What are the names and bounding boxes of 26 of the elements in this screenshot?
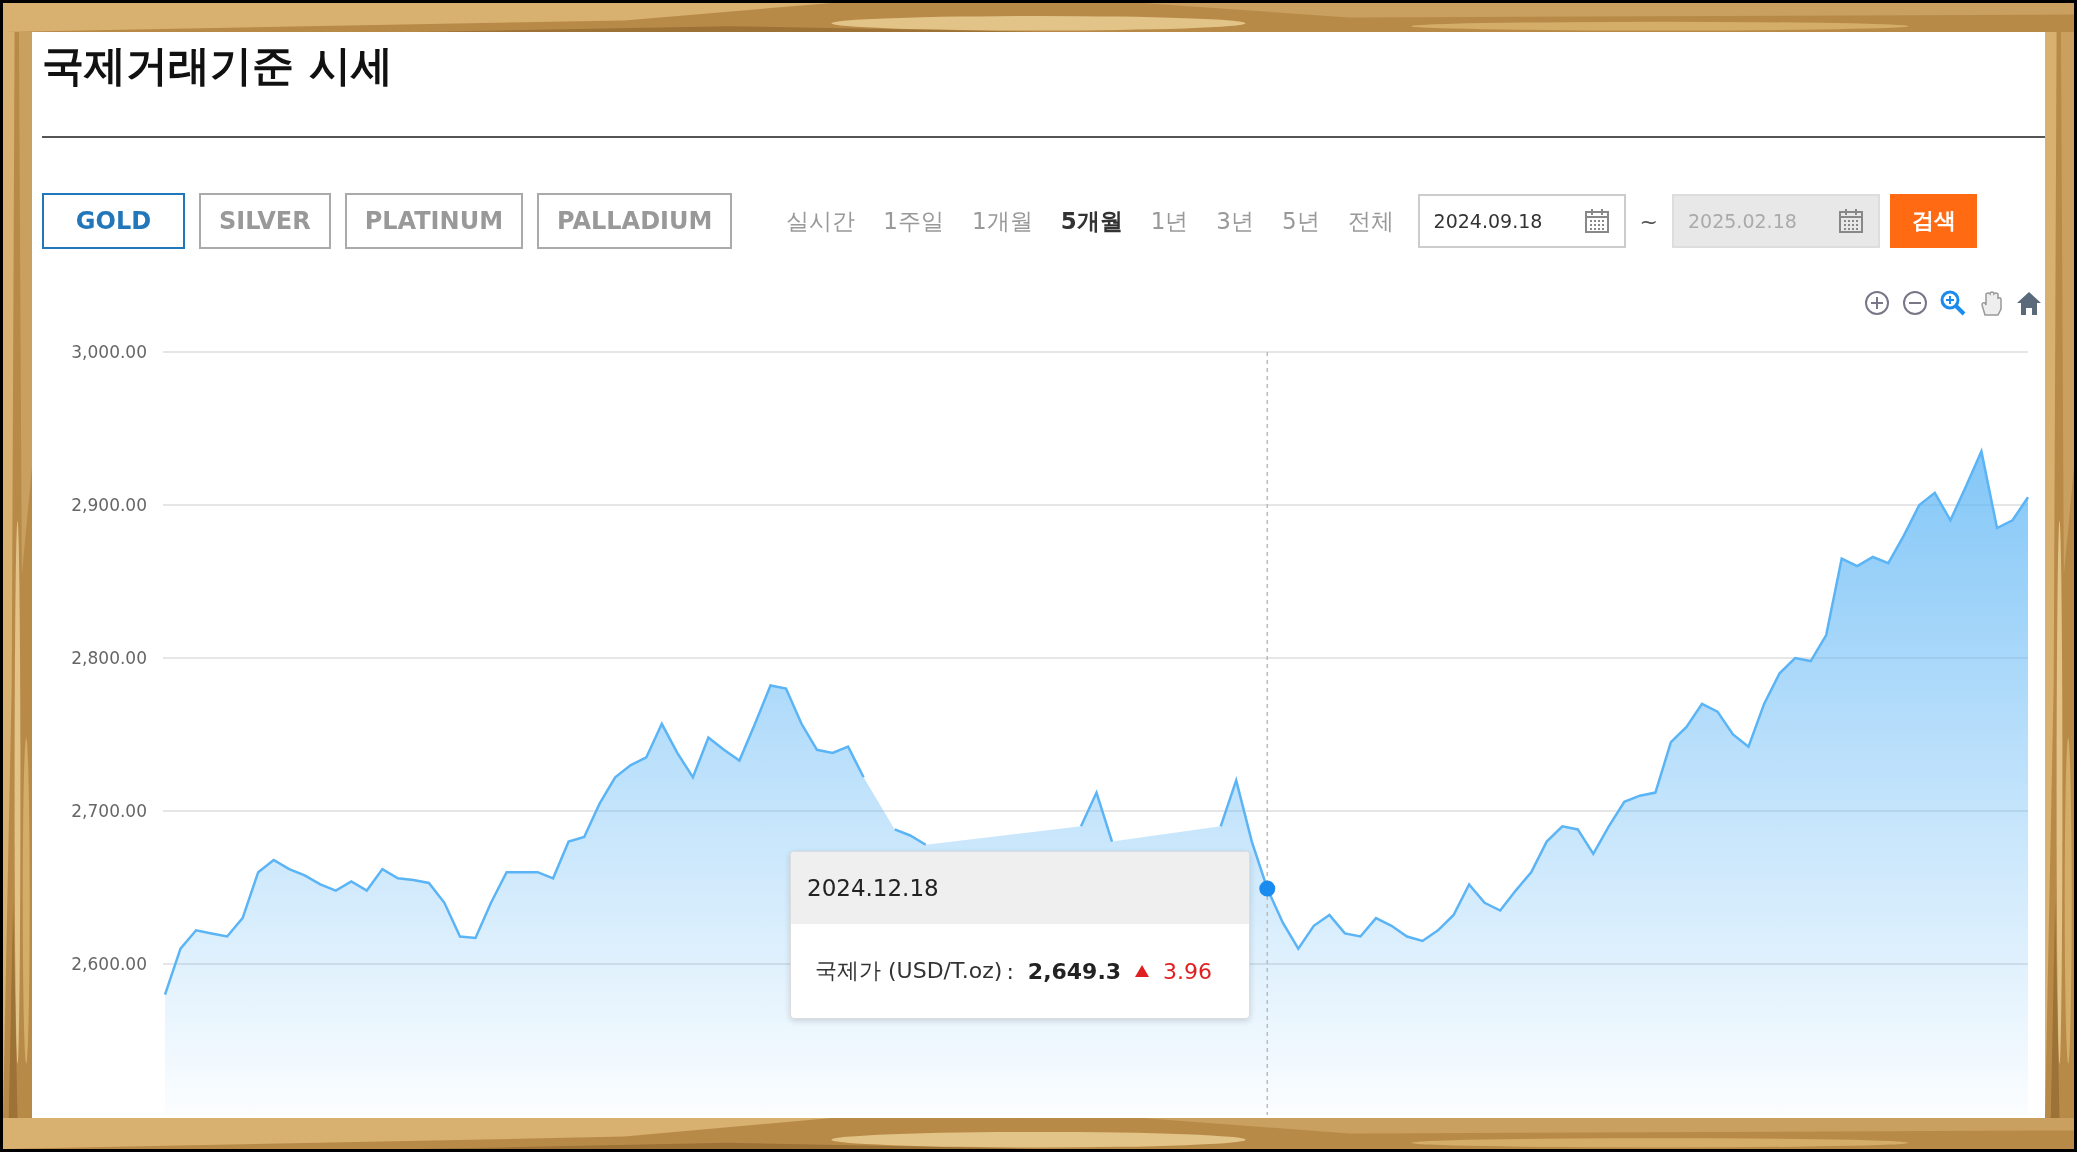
metal-tab[interactable]: PLATINUM [344, 193, 523, 249]
start-date-field[interactable]: 2024.09.18 [1417, 194, 1626, 248]
metal-tab[interactable]: GOLD [42, 193, 185, 249]
period-link[interactable]: 5개월 [1060, 205, 1123, 237]
period-link[interactable]: 5년 [1281, 205, 1320, 237]
period-link[interactable]: 1년 [1150, 205, 1189, 237]
period-link[interactable]: 1주일 [883, 205, 944, 237]
search-button[interactable]: 검색 [1890, 194, 1977, 248]
period-link[interactable]: 1개월 [972, 205, 1033, 237]
axis-label: 2,800.00 [71, 648, 147, 668]
axis-label: 2,700.00 [71, 801, 147, 821]
axis-label: 3,000.00 [71, 342, 147, 362]
metal-tab[interactable]: PALLADIUM [537, 193, 733, 249]
period-link[interactable]: 3년 [1216, 205, 1254, 237]
page-title: 국제거래기준 시세 [42, 40, 394, 92]
range-separator: ~ [1639, 208, 1658, 234]
period-link[interactable]: 전체 [1347, 205, 1394, 237]
tooltip-label: 국제가 (USD/T.oz) [815, 957, 1003, 985]
metal-tab[interactable]: SILVER [199, 193, 331, 249]
tooltip-separator: : [1006, 958, 1014, 984]
period-link[interactable]: 실시간 [786, 205, 856, 237]
tooltip-date: 2024.12.18 [791, 852, 1249, 924]
axis-label: 2,600.00 [71, 954, 147, 974]
tooltip-value: 2,649.3 [1027, 958, 1122, 984]
tooltip-change: 3.96 [1163, 958, 1213, 984]
axis-label: 2,900.00 [71, 495, 147, 515]
